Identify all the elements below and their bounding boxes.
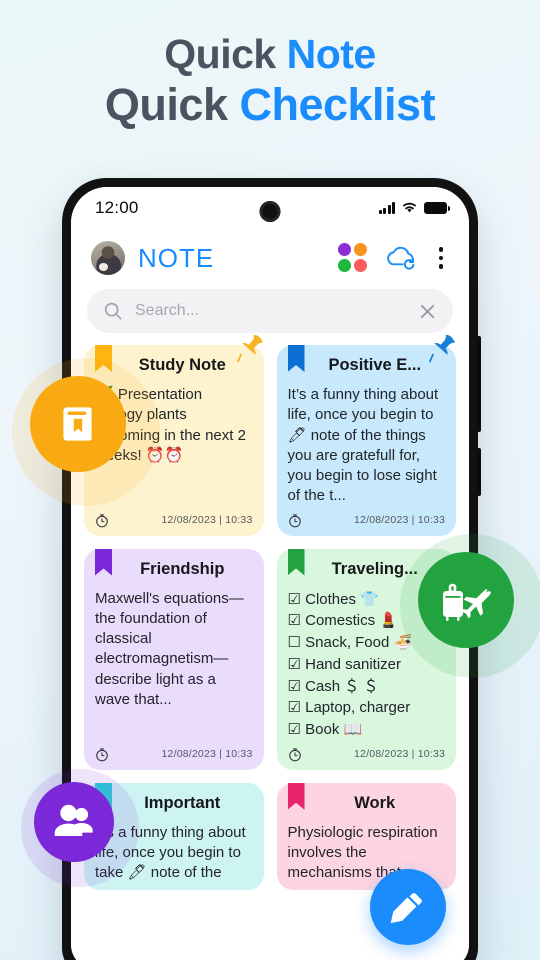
- headline-line-1-accent: Note: [286, 31, 377, 77]
- people-badge[interactable]: [34, 782, 114, 862]
- note-title: Positive E...: [328, 356, 422, 374]
- checklist-item[interactable]: ☑ Laptop, charger: [288, 697, 446, 719]
- headline-line-1-dark: Quick: [164, 31, 287, 77]
- suitcase-plane-icon: [443, 583, 491, 621]
- headline-line-2-dark: Quick: [104, 79, 240, 131]
- checklist-item-label: Laptop, charger: [305, 699, 411, 717]
- checklist-item-label: Comestics 💄: [305, 612, 398, 630]
- note-title: Friendship: [140, 559, 225, 578]
- close-icon[interactable]: [418, 302, 437, 321]
- kebab-menu-icon[interactable]: [431, 245, 451, 271]
- note-header: Friendship: [95, 548, 253, 587]
- travel-badge[interactable]: [418, 552, 514, 648]
- search-placeholder: Search...: [135, 302, 200, 319]
- checklist-item-label: Clothes 👕: [305, 590, 379, 608]
- pin-icon[interactable]: [428, 333, 458, 367]
- new-note-fab[interactable]: [370, 869, 446, 945]
- note-card[interactable]: Work Physiologic respiration involves th…: [276, 782, 456, 890]
- clock-icon: [96, 748, 108, 762]
- page-headline: Quick Note Quick Checklist: [0, 30, 540, 131]
- book-badge[interactable]: [30, 376, 126, 472]
- color-grid-icon[interactable]: [338, 243, 368, 273]
- checklist-item-label: Cash ＄ ＄: [305, 677, 379, 695]
- page-title: NOTE: [138, 242, 215, 273]
- ribbon-icon: [287, 782, 305, 810]
- note-footer: 12/08/2023 | 10:33: [288, 513, 446, 530]
- note-header: Work: [287, 782, 446, 821]
- status-bar: 12:00: [71, 187, 469, 229]
- clock-icon: [96, 513, 108, 527]
- note-timestamp: 12/08/2023 | 10:33: [354, 514, 445, 526]
- note-body: It’s a funny thing about life, once you …: [287, 386, 439, 505]
- avatar[interactable]: [91, 241, 125, 275]
- note-title: Study Note: [138, 356, 226, 374]
- power-button[interactable]: [477, 448, 481, 496]
- headline-line-2: Quick Checklist: [0, 78, 540, 131]
- note-body: Maxwell's equations—the foundation of cl…: [95, 589, 244, 708]
- clock-icon: [288, 513, 301, 527]
- volume-button[interactable]: [477, 336, 481, 432]
- checklist-item-label: Hand sanitizer: [305, 655, 402, 673]
- checklist-item-label: Book 📖: [305, 721, 363, 738]
- ribbon-icon: [287, 345, 305, 372]
- note-timestamp: 12/08/2023 | 10:33: [161, 748, 253, 761]
- note-timestamp: 12/08/2023 | 10:33: [161, 514, 253, 526]
- headline-line-1: Quick Note: [0, 30, 540, 78]
- checkbox-checked-icon[interactable]: ☑: [288, 721, 301, 738]
- ribbon-icon: [95, 548, 112, 576]
- pencil-edit-icon: [390, 893, 422, 924]
- app-header: NOTE: [71, 229, 469, 287]
- checklist-item[interactable]: ☑ Book 📖: [288, 719, 446, 741]
- note-footer: 12/08/2023 | 10:33: [288, 747, 446, 764]
- front-camera: [259, 201, 281, 222]
- note-footer: 12/08/2023 | 10:33: [95, 513, 253, 530]
- note-title: Work: [354, 793, 396, 812]
- ribbon-icon: [287, 548, 305, 576]
- pin-icon[interactable]: [236, 333, 266, 367]
- note-card[interactable]: Positive E... It’s a funny thing about l…: [276, 334, 456, 536]
- status-icons: [378, 202, 450, 214]
- book-bookmark-icon: [63, 407, 92, 441]
- battery-full-icon: [424, 202, 450, 214]
- signal-bars-icon: [378, 202, 395, 214]
- checkbox-checked-icon[interactable]: ☑: [288, 656, 301, 673]
- note-header: Positive E...: [287, 345, 446, 383]
- note-timestamp: 12/08/2023 | 10:33: [354, 748, 445, 761]
- checkbox-checked-icon[interactable]: ☑: [288, 612, 301, 629]
- checkbox-checked-icon[interactable]: ☑: [288, 678, 301, 695]
- status-clock: 12:00: [95, 198, 139, 217]
- cloud-sync-icon[interactable]: [384, 245, 417, 271]
- people-group-icon: [54, 804, 93, 836]
- search-input[interactable]: Search...: [87, 289, 453, 333]
- search-icon: [104, 302, 122, 320]
- search-bar-container: Search...: [71, 287, 469, 345]
- checklist-item-label: Snack, Food 🍜: [305, 634, 413, 651]
- headline-line-2-accent: Checklist: [239, 79, 436, 131]
- clock-icon: [288, 748, 301, 762]
- checkbox-checked-icon[interactable]: ☑: [288, 699, 301, 716]
- checkbox-checked-icon[interactable]: ☑: [288, 591, 301, 608]
- note-title: Important: [144, 793, 221, 812]
- wifi-icon: [402, 202, 417, 213]
- note-card[interactable]: Friendship Maxwell's equations—the found…: [84, 548, 264, 770]
- note-footer: 12/08/2023 | 10:33: [95, 747, 253, 764]
- checkbox-unchecked-icon[interactable]: ☐: [288, 634, 301, 651]
- checklist-item[interactable]: ☑ Cash ＄ ＄: [288, 676, 446, 698]
